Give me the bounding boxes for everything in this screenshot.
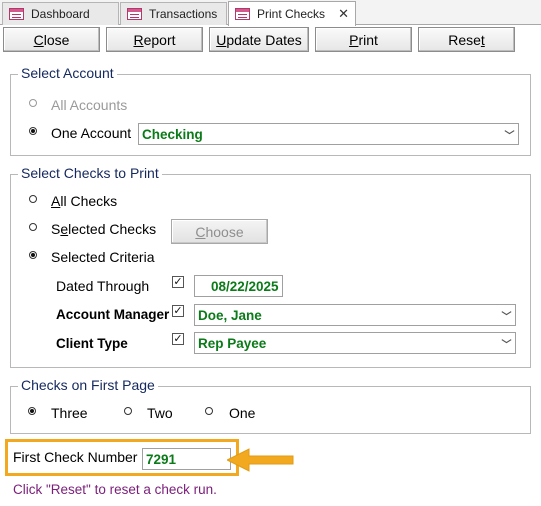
three-label: Three bbox=[51, 405, 88, 421]
account-manager-combo[interactable]: Doe, Jane ﹀ bbox=[194, 304, 516, 326]
account-combo[interactable]: Checking ﹀ bbox=[138, 123, 519, 145]
account-combo-value: Checking bbox=[142, 126, 203, 142]
checks-first-page-group bbox=[10, 386, 531, 434]
first-check-value: 7291 bbox=[146, 451, 177, 467]
tab-label: Transactions bbox=[149, 7, 218, 21]
select-account-legend: Select Account bbox=[18, 65, 117, 81]
all-checks-radio[interactable] bbox=[27, 193, 38, 204]
update-dates-button[interactable]: Update Dates bbox=[209, 27, 309, 52]
chevron-down-icon[interactable]: ﹀ bbox=[498, 305, 515, 325]
tab-dashboard[interactable]: Dashboard bbox=[2, 2, 119, 25]
dated-through-field[interactable]: 08/22/2025 bbox=[194, 275, 283, 297]
select-checks-legend: Select Checks to Print bbox=[18, 165, 162, 181]
account-manager-value: Doe, Jane bbox=[198, 307, 262, 323]
two-label: Two bbox=[147, 405, 173, 421]
close-button[interactable]: Close bbox=[3, 27, 100, 52]
client-type-combo[interactable]: Rep Payee ﹀ bbox=[194, 332, 516, 354]
first-check-label: First Check Number bbox=[13, 449, 138, 465]
account-manager-checkbox[interactable]: ✓ bbox=[172, 305, 184, 317]
two-radio[interactable] bbox=[122, 405, 133, 416]
print-button[interactable]: Print bbox=[315, 27, 412, 52]
close-tab-icon[interactable]: ✕ bbox=[338, 6, 349, 22]
one-account-radio[interactable] bbox=[27, 125, 38, 136]
dated-through-value: 08/22/2025 bbox=[211, 278, 279, 294]
all-checks-label: All Checks bbox=[51, 193, 118, 209]
all-accounts-radio[interactable] bbox=[27, 97, 38, 108]
account-manager-label: Account Manager bbox=[56, 307, 170, 322]
selected-criteria-radio[interactable] bbox=[27, 249, 38, 260]
all-accounts-label: All Accounts bbox=[51, 97, 128, 113]
first-check-field[interactable]: 7291 bbox=[142, 448, 231, 470]
reset-hint: Click "Reset" to reset a check run. bbox=[13, 482, 217, 497]
tab-print-checks[interactable]: Print Checks ✕ bbox=[228, 1, 356, 26]
one-account-label: One Account bbox=[51, 125, 132, 141]
reset-button[interactable]: Rese t bbox=[418, 27, 515, 52]
selected-checks-label: Selected Checks bbox=[51, 221, 157, 237]
report-button[interactable]: Report bbox=[106, 27, 203, 52]
chevron-down-icon[interactable]: ﹀ bbox=[501, 124, 518, 144]
selected-criteria-label: Selected Criteria bbox=[51, 249, 155, 265]
form-icon bbox=[127, 8, 142, 20]
one-radio[interactable] bbox=[203, 405, 214, 416]
form-icon bbox=[9, 8, 24, 20]
tab-bar: Dashboard Transactions Print Checks ✕ bbox=[0, 0, 541, 26]
dated-through-label: Dated Through bbox=[56, 278, 150, 294]
form-icon bbox=[235, 8, 250, 20]
arrow-left-icon bbox=[227, 448, 294, 472]
checks-first-page-legend: Checks on First Page bbox=[18, 377, 158, 393]
three-radio[interactable] bbox=[26, 405, 37, 416]
dated-through-checkbox[interactable]: ✓ bbox=[172, 276, 184, 288]
one-label: One bbox=[229, 405, 256, 421]
client-type-checkbox[interactable]: ✓ bbox=[172, 333, 184, 345]
selected-checks-radio[interactable] bbox=[27, 221, 38, 232]
client-type-value: Rep Payee bbox=[198, 335, 267, 351]
tab-label: Dashboard bbox=[31, 7, 90, 21]
chevron-down-icon[interactable]: ﹀ bbox=[498, 333, 515, 353]
choose-button[interactable]: Choose bbox=[171, 219, 268, 244]
client-type-label: Client Type bbox=[56, 336, 128, 351]
tab-label: Print Checks bbox=[257, 7, 326, 21]
tab-transactions[interactable]: Transactions bbox=[120, 2, 227, 25]
